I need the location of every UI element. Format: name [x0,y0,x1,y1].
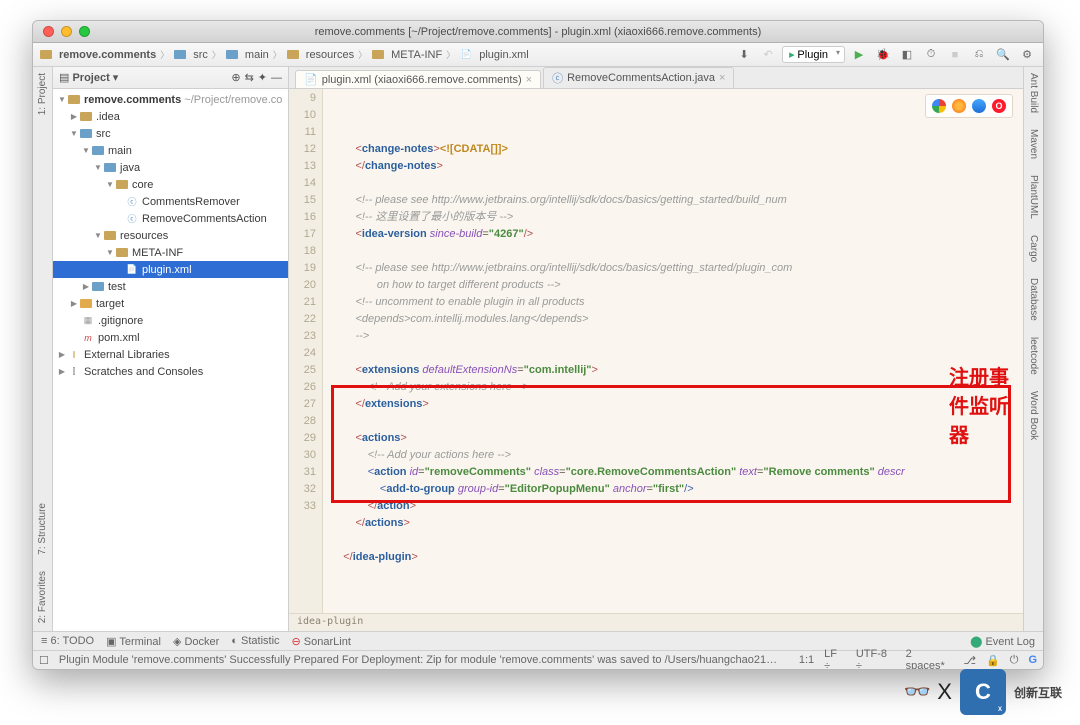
editor-crumb[interactable]: idea-plugin [289,613,1023,631]
line-sep[interactable]: LF ÷ [824,648,846,670]
tool-leetcode[interactable]: leetcode [1028,337,1039,375]
ide-window: remove.comments [~/Project/remove.commen… [32,20,1044,670]
tool-wordbook[interactable]: Word Book [1028,391,1039,440]
tree-selected: 📄plugin.xml [53,261,288,278]
right-gutter: Ant Build Maven PlantUML Cargo Database … [1023,67,1043,631]
browser-icons[interactable]: O [925,94,1013,118]
stop-icon[interactable]: ■ [945,46,965,64]
chrome-icon [932,99,946,113]
lock-icon[interactable]: 🔒 [986,654,1000,667]
search-icon[interactable]: 🔍 [993,46,1013,64]
watermark: 👓 X CX 创新互联 [904,669,1062,715]
event-log[interactable]: ⬤ Event Log [970,635,1035,648]
sidebar-opts-icon[interactable]: ⊕ [231,71,240,84]
tab-plugin-xml[interactable]: 📄plugin.xml (xiaoxi666.remove.comments)× [295,70,541,88]
annotation-text: 注册事件监听器 [949,361,1023,448]
run-config-select[interactable]: ▸ Plugin [782,46,845,63]
tool-maven[interactable]: Maven [1028,129,1039,159]
watermark-logo: CX [960,669,1006,715]
debug-icon[interactable]: 🐞 [873,46,893,64]
tool-docker[interactable]: ◈ Docker [173,635,219,648]
status-msg: Plugin Module 'remove.comments' Successf… [59,654,779,666]
profile-icon[interactable]: ⏱ [921,46,941,64]
tool-statistic[interactable]: ◐ Statistic [231,635,279,647]
tool-ant[interactable]: Ant Build [1028,73,1039,113]
editor: 📄plugin.xml (xiaoxi666.remove.comments)×… [289,67,1023,631]
status-msg-icon[interactable]: ☐ [39,654,49,667]
tab-action-java[interactable]: ⓒRemoveCommentsAction.java× [543,67,734,88]
git-icon[interactable]: ⎇ [963,654,976,667]
close-tab-icon[interactable]: × [526,74,532,86]
power-icon[interactable]: ⏻ [1010,654,1019,667]
safari-icon [972,99,986,113]
firefox-icon [952,99,966,113]
encoding[interactable]: UTF-8 ÷ [856,648,896,670]
left-gutter: 1: Project 7: Structure 2: Favorites [33,67,53,631]
tool-database[interactable]: Database [1028,278,1039,321]
google-icon[interactable]: G [1028,654,1037,666]
tool-sonar[interactable]: ⊖ SonarLint [292,635,351,648]
tool-project[interactable]: 1: Project [37,73,48,115]
project-tree[interactable]: ▼remove.comments ~/Project/remove.co ▶.i… [53,89,288,631]
run-icon[interactable]: ▶ [849,46,869,64]
line-gutter: 9101112131415161718192021222324252627282… [289,89,323,613]
status-bar: ☐ Plugin Module 'remove.comments' Succes… [33,650,1043,669]
tool-cargo[interactable]: Cargo [1028,235,1039,262]
toolbar: remove.comments〉 src〉 main〉 resources〉 M… [33,43,1043,67]
opera-icon: O [992,99,1006,113]
tool-plantuml[interactable]: PlantUML [1028,175,1039,219]
code-area[interactable]: O <change-notes><![CDATA[]]> </change-no… [323,89,1023,613]
tool-terminal[interactable]: ▣ Terminal [106,635,161,648]
vcs-icon[interactable]: ⎌ [969,46,989,64]
nav-back-icon[interactable]: ↶ [758,46,778,64]
coverage-icon[interactable]: ◧ [897,46,917,64]
breadcrumb[interactable]: remove.comments〉 src〉 main〉 resources〉 M… [39,48,732,62]
project-sidebar: ▤ Project ▾ ⊕ ⇆ ✦ — ▼remove.comments ~/P… [53,67,289,631]
sidebar-collapse-icon[interactable]: ⇆ [245,71,254,84]
tool-structure[interactable]: 7: Structure [37,503,48,555]
tool-favorites[interactable]: 2: Favorites [37,571,48,623]
sidebar-title: Project [72,72,109,84]
sidebar-hide-icon[interactable]: — [271,72,282,84]
tool-todo[interactable]: ≡ 6: TODO [41,635,94,647]
settings-icon[interactable]: ⚙ [1017,46,1037,64]
caret-pos[interactable]: 1:1 [799,654,814,666]
indent[interactable]: 2 spaces* [906,648,954,670]
window-title: remove.comments [~/Project/remove.commen… [33,26,1043,38]
titlebar: remove.comments [~/Project/remove.commen… [33,21,1043,43]
editor-tabs: 📄plugin.xml (xiaoxi666.remove.comments)×… [289,67,1023,89]
sidebar-gear-icon[interactable]: ✦ [258,71,267,84]
build-icon[interactable]: ⬇ [734,46,754,64]
